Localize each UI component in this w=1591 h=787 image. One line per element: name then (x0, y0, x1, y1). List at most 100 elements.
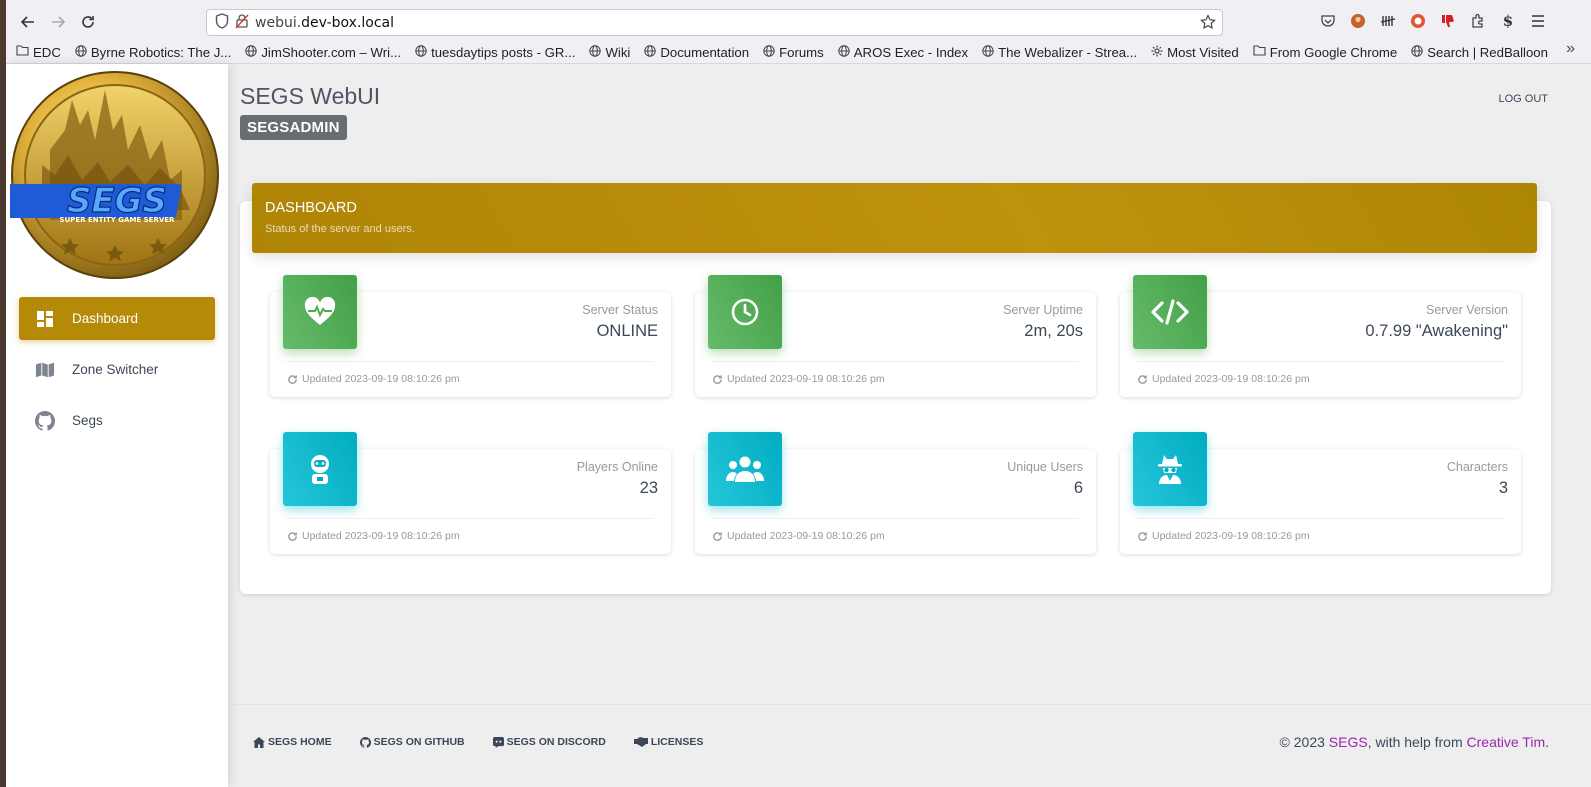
code-icon (1133, 275, 1207, 349)
stat-label: Server Status (582, 303, 658, 317)
bookmark-item[interactable]: Documentation (644, 45, 749, 60)
globe-icon (589, 44, 602, 60)
bookmark-item[interactable]: Most Visited (1151, 45, 1239, 60)
dashboard-icon (35, 309, 55, 329)
thumbs-down-icon[interactable] (1438, 11, 1458, 31)
account-avatar-icon[interactable] (1348, 11, 1368, 31)
sidebar-item-segs[interactable]: Segs (19, 399, 215, 442)
divider (1137, 361, 1504, 362)
shield-icon (215, 13, 229, 33)
logo-text: SEGS (67, 181, 167, 221)
bookmark-label: Search | RedBalloon (1427, 44, 1548, 60)
stat-value: 2m, 20s (1024, 322, 1083, 340)
stat-card-characters: Characters 3 Updated 2023-09-19 08:10:26… (1120, 432, 1521, 554)
home-icon (253, 736, 265, 748)
webui-page: SEGS SUPER ENTITY GAME SERVER Dashboard … (2, 64, 1591, 787)
segs-logo[interactable]: SEGS SUPER ENTITY GAME SERVER (2, 70, 220, 280)
footer-link-discord[interactable]: SEGS ON DISCORD (492, 736, 606, 748)
discord-icon (492, 736, 504, 748)
sidebar-item-dashboard[interactable]: Dashboard (19, 297, 215, 340)
globe-icon (982, 44, 994, 60)
bookmark-item[interactable]: tuesdaytips posts - GR... (415, 45, 575, 60)
reload-icon[interactable] (76, 10, 100, 34)
logo-subtext: SUPER ENTITY GAME SERVER (60, 216, 176, 224)
dollar-extension-icon[interactable]: $ (1498, 11, 1518, 31)
stat-label: Characters (1446, 460, 1508, 474)
bookmark-label: The Webalizer - Strea... (998, 44, 1138, 60)
refresh-icon (713, 531, 722, 541)
globe-icon (763, 44, 775, 60)
refresh-icon (1138, 531, 1147, 541)
stat-label: Server Uptime (1003, 303, 1083, 317)
github-icon (359, 736, 371, 748)
footer-link-home[interactable]: SEGS HOME (253, 736, 332, 748)
main-content: SEGS WebUI SEGSADMIN LOG OUT DASHBOARD S… (228, 64, 1591, 787)
bookmark-item[interactable]: JimShooter.com – Wri... (245, 45, 401, 60)
heartbeat-icon (283, 275, 357, 349)
bookmark-item[interactable]: EDC (16, 45, 61, 60)
stat-value: 23 (639, 479, 658, 497)
refresh-icon (288, 531, 297, 541)
bookmark-item[interactable]: Search | RedBalloon (1411, 45, 1548, 60)
handshake-icon (633, 737, 648, 747)
extensions-puzzle-icon[interactable] (1468, 11, 1488, 31)
creative-tim-link[interactable]: Creative Tim (1467, 734, 1546, 750)
footer: SEGS HOME SEGS ON GITHUB SEGS ON DISCORD… (228, 704, 1591, 787)
bookmark-star-icon[interactable] (1200, 14, 1216, 34)
sidebar-item-label: Dashboard (72, 311, 139, 326)
bookmark-label: AROS Exec - Index (853, 44, 969, 60)
sidebar-nav: Dashboard Zone Switcher Segs (19, 297, 215, 450)
stat-updated: Updated 2023-09-19 08:10:26 pm (712, 373, 885, 385)
hamburger-menu-icon[interactable] (1528, 11, 1548, 31)
gear-icon (1151, 45, 1163, 60)
globe-icon (1411, 44, 1423, 60)
bookmarks-bar: EDC Byrne Robotics: The J... JimShooter.co… (16, 42, 1562, 62)
card-title: DASHBOARD (265, 200, 357, 216)
sidebar-item-label: Zone Switcher (72, 362, 159, 377)
bookmark-item[interactable]: Forums (763, 45, 824, 60)
users-icon (708, 432, 782, 506)
sidebar-item-zone-switcher[interactable]: Zone Switcher (19, 348, 215, 391)
globe-icon (415, 44, 427, 60)
bookmark-item[interactable]: Byrne Robotics: The J... (75, 45, 231, 60)
map-icon (35, 360, 55, 380)
duckduckgo-icon[interactable] (1408, 11, 1428, 31)
bookmarks-overflow-icon[interactable]: » (1566, 40, 1575, 58)
bookmark-label: tuesdaytips posts - GR... (431, 44, 576, 60)
bookmark-item[interactable]: Wiki (589, 45, 630, 60)
divider (287, 361, 654, 362)
extension-tally-icon[interactable] (1378, 11, 1398, 31)
stat-card-server-uptime: Server Uptime 2m, 20s Updated 2023-09-19… (695, 275, 1096, 397)
bookmark-label: From Google Chrome (1269, 44, 1398, 60)
stat-value: 0.7.99 "Awakening" (1365, 322, 1508, 340)
divider (1137, 518, 1504, 519)
bookmark-label: Most Visited (1167, 44, 1239, 60)
copyright: © 2023 SEGS, with help from Creative Tim… (1279, 734, 1549, 750)
bookmark-label: EDC (33, 44, 61, 60)
stat-value: 3 (1498, 479, 1508, 497)
dashboard-card-header: DASHBOARD Status of the server and users… (252, 183, 1537, 253)
pocket-icon[interactable] (1318, 11, 1338, 31)
back-arrow-icon[interactable] (16, 10, 40, 34)
globe-icon (245, 44, 258, 60)
divider (712, 518, 1079, 519)
url-bar[interactable]: webui.dev-box.local (206, 9, 1223, 36)
footer-link-github[interactable]: SEGS ON GITHUB (359, 736, 465, 748)
bookmark-item[interactable]: AROS Exec - Index (838, 45, 968, 60)
bookmark-item[interactable]: From Google Chrome (1253, 44, 1398, 60)
segs-link[interactable]: SEGS (1329, 734, 1368, 750)
stat-value: ONLINE (596, 322, 658, 340)
bookmark-label: Byrne Robotics: The J... (90, 44, 232, 60)
bookmark-label: Forums (779, 44, 824, 60)
forward-arrow-icon[interactable] (46, 10, 70, 34)
globe-icon (644, 44, 657, 60)
bookmark-label: Wiki (605, 44, 631, 60)
stat-card-server-version: Server Version 0.7.99 "Awakening" Update… (1120, 275, 1521, 397)
bookmark-item[interactable]: The Webalizer - Strea... (982, 45, 1137, 60)
logout-link[interactable]: LOG OUT (1498, 93, 1548, 105)
footer-link-licenses[interactable]: LICENSES (633, 736, 703, 748)
stat-card-unique-users: Unique Users 6 Updated 2023-09-19 08:10:… (695, 432, 1096, 554)
spy-icon (1133, 432, 1207, 506)
refresh-icon (713, 374, 722, 384)
stat-value: 6 (1073, 479, 1083, 497)
